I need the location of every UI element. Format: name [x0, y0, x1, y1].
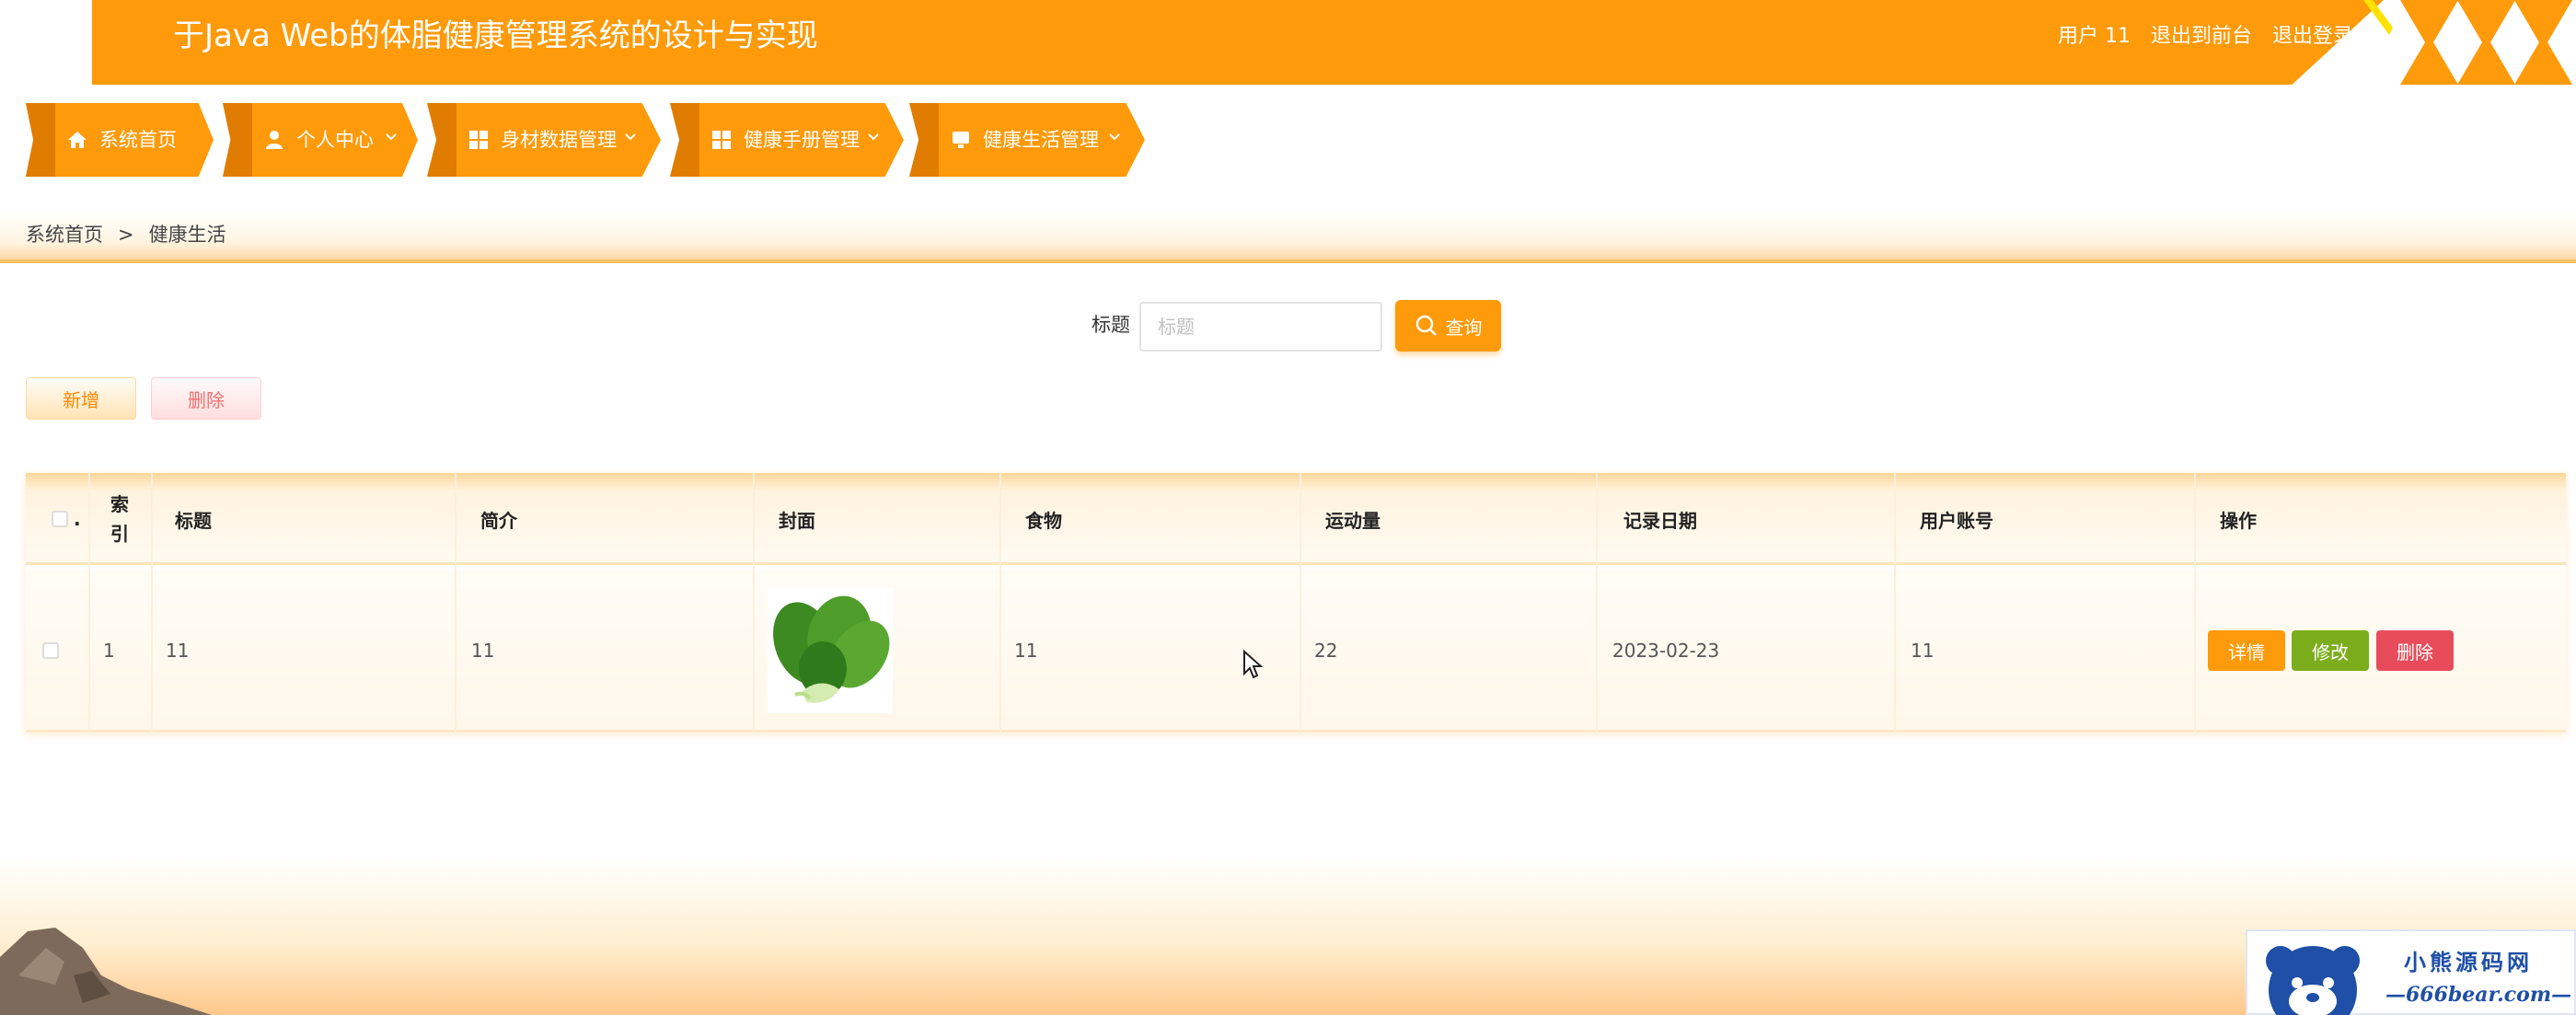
nav-label: 系统首页: [99, 129, 177, 151]
table-row: 1 11 11 11 22 2023-02-23 11: [26, 569, 2566, 732]
column-divider: [999, 473, 1001, 732]
watermark-name: 小熊源码网: [2404, 949, 2533, 975]
nav-fold: [427, 103, 456, 177]
column-divider: [88, 473, 90, 732]
rock-mountain-decoration-icon: [0, 928, 212, 1015]
row-food: 11: [1014, 640, 1038, 662]
chevron-down-icon: [625, 133, 636, 141]
nav-label: 健康手册管理: [744, 129, 860, 151]
home-icon: [68, 132, 87, 148]
user-icon: [266, 131, 283, 149]
column-divider: [1894, 473, 1896, 732]
breadcrumb-home[interactable]: 系统首页: [26, 221, 103, 248]
food-column-header: 食物: [1025, 509, 1062, 532]
account-column-header: 用户账号: [1920, 509, 1993, 532]
row-delete-button[interactable]: 删除: [2376, 630, 2454, 671]
column-divider: [455, 473, 456, 732]
breadcrumb-current: 健康生活: [148, 224, 226, 246]
column-divider: [151, 473, 153, 732]
title-column-header: 标题: [175, 509, 212, 532]
nav-fold: [670, 103, 699, 177]
nav-label: 个人中心: [296, 129, 374, 151]
search-icon: [1415, 315, 1437, 336]
search-button[interactable]: 查询: [1395, 300, 1501, 352]
search-button-label: 查询: [1445, 316, 1483, 339]
breadcrumb-separator: >: [118, 224, 134, 246]
date-column-header: 记录日期: [1623, 509, 1697, 532]
grid-icon: [469, 131, 488, 149]
intro-column-header: 简介: [480, 509, 517, 532]
row-checkbox-cell: [42, 569, 59, 732]
nav-item-health-manual[interactable]: 健康手册管理: [670, 103, 904, 177]
nav-item-home[interactable]: 系统首页: [26, 103, 214, 177]
bear-logo-icon: [2266, 946, 2360, 1015]
row-cover-cell: [768, 569, 893, 732]
grid-icon: [712, 131, 731, 149]
data-table: . 索引 标题 简介 封面 食物 运动量 记录日期 用户账号 操作 1 11 1…: [26, 473, 2566, 732]
top-header-bar: 于Java Web的体脂健康管理系统的设计与实现 用户 11 退出到前台 退出登…: [92, 0, 2384, 85]
column-divider: [753, 473, 755, 732]
search-title-label: 标题: [1092, 314, 1130, 336]
row-date: 2023-02-23: [1612, 640, 1720, 662]
row-intro: 11: [471, 640, 495, 662]
row-title: 11: [166, 640, 190, 662]
nav-label: 身材数据管理: [501, 129, 617, 151]
chevron-down-icon: [386, 133, 397, 141]
row-index: 1: [103, 640, 115, 662]
ops-column-header: 操作: [2220, 509, 2257, 532]
row-account: 11: [1911, 640, 1935, 662]
system-title: 于Java Web的体脂健康管理系统的设计与实现: [173, 17, 818, 54]
select-all-checkbox[interactable]: [52, 511, 68, 527]
header-links: 用户 11 退出到前台 退出登录: [2058, 20, 2353, 53]
cover-thumbnail[interactable]: [768, 588, 893, 713]
column-divider: [1300, 473, 1301, 732]
cover-column-header: 封面: [779, 509, 815, 532]
breadcrumb-band: [0, 210, 2576, 263]
index-column-header: 索引: [110, 493, 129, 545]
breadcrumb: 系统首页 > 健康生活: [26, 221, 226, 248]
nav-fold: [909, 103, 939, 177]
nav-item-healthy-life[interactable]: 健康生活管理: [909, 103, 1145, 177]
mouse-pointer-icon: [1243, 650, 1263, 679]
select-all-cell: .: [52, 473, 81, 565]
nav-item-body-data[interactable]: 身材数据管理: [427, 103, 661, 177]
site-watermark: 小熊源码网 —666bear.com—: [2246, 929, 2576, 1015]
chevron-down-icon: [1109, 133, 1120, 141]
row-detail-button[interactable]: 详情: [2208, 630, 2285, 671]
background-sunset-glow: [0, 856, 2576, 1015]
current-user-label: 用户 11: [2058, 25, 2131, 48]
exit-to-front-link[interactable]: 退出到前台: [2151, 20, 2252, 53]
batch-delete-button[interactable]: 删除: [151, 377, 261, 420]
nav-fold: [26, 103, 55, 177]
select-column-header: .: [74, 508, 81, 530]
exercise-column-header: 运动量: [1325, 509, 1380, 532]
row-exercise: 22: [1314, 640, 1338, 662]
monitor-icon: [953, 132, 969, 148]
chevron-down-icon: [868, 133, 879, 141]
nav-fold: [223, 103, 252, 177]
column-divider: [1596, 473, 1598, 732]
add-button[interactable]: 新增: [26, 377, 136, 420]
row-checkbox[interactable]: [42, 642, 59, 659]
logout-link[interactable]: 退出登录: [2272, 20, 2353, 53]
column-divider: [2194, 473, 2196, 732]
table-header: . 索引 标题 简介 封面 食物 运动量 记录日期 用户账号 操作: [26, 473, 2566, 565]
watermark-url: —666bear.com—: [2385, 983, 2572, 1007]
chevron-decoration-icon: [2400, 0, 2572, 85]
nav-item-personal-center[interactable]: 个人中心: [223, 103, 418, 177]
search-title-input[interactable]: [1139, 302, 1382, 352]
row-edit-button[interactable]: 修改: [2292, 630, 2369, 671]
nav-label: 健康生活管理: [983, 129, 1099, 151]
